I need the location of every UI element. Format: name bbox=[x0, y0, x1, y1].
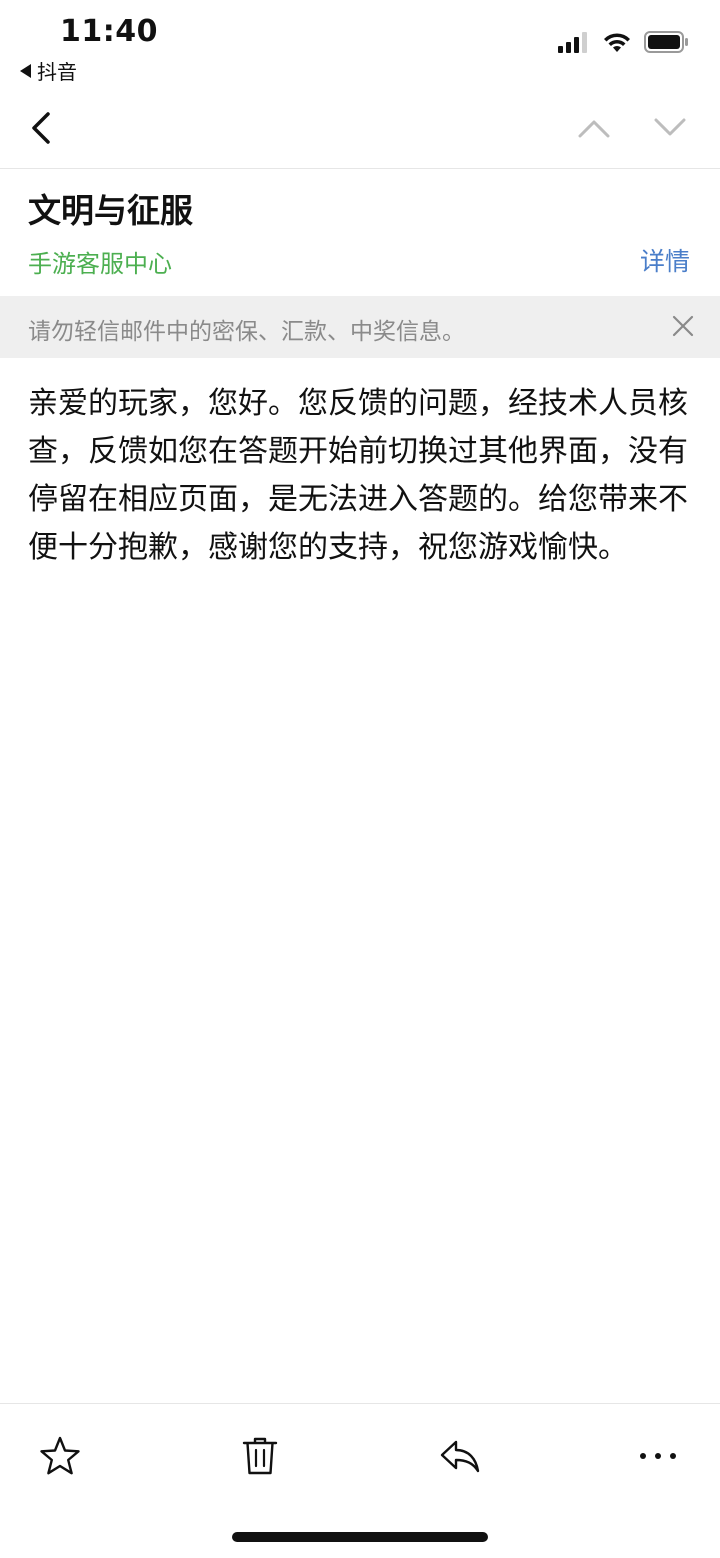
chevron-up-icon[interactable] bbox=[574, 110, 614, 146]
back-app-label: 抖音 bbox=[37, 60, 77, 84]
signal-icon bbox=[558, 32, 587, 53]
back-to-app-link[interactable]: 抖音 bbox=[20, 56, 77, 85]
sender-name[interactable]: 手游客服中心 bbox=[28, 244, 172, 279]
status-bar: 11:40 抖音 bbox=[0, 0, 720, 90]
status-icons bbox=[558, 30, 690, 54]
chevron-down-icon[interactable] bbox=[650, 110, 690, 146]
battery-icon bbox=[644, 31, 688, 53]
warning-text: 请勿轻信邮件中的密保、汇款、中奖信息。 bbox=[28, 319, 465, 345]
back-triangle-icon bbox=[20, 63, 31, 78]
bottom-toolbar bbox=[0, 1403, 720, 1504]
more-icon[interactable] bbox=[636, 1434, 680, 1478]
star-icon[interactable] bbox=[38, 1434, 82, 1478]
mail-subject: 文明与征服 bbox=[28, 191, 193, 230]
chevron-left-icon[interactable] bbox=[22, 108, 62, 148]
status-time: 11:40 bbox=[60, 14, 158, 49]
nav-bar bbox=[0, 90, 720, 169]
close-icon[interactable] bbox=[668, 311, 698, 341]
trash-icon[interactable] bbox=[238, 1434, 282, 1478]
home-indicator[interactable] bbox=[232, 1532, 488, 1542]
mail-body: 亲爱的玩家，您好。您反馈的问题，经技术人员核查，反馈如您在答题开始前切换过其他界… bbox=[28, 386, 688, 565]
wifi-icon bbox=[604, 33, 630, 52]
reply-icon[interactable] bbox=[438, 1434, 482, 1478]
details-link[interactable]: 详情 bbox=[640, 242, 690, 278]
security-warning-banner: 请勿轻信邮件中的密保、汇款、中奖信息。 bbox=[0, 296, 720, 358]
